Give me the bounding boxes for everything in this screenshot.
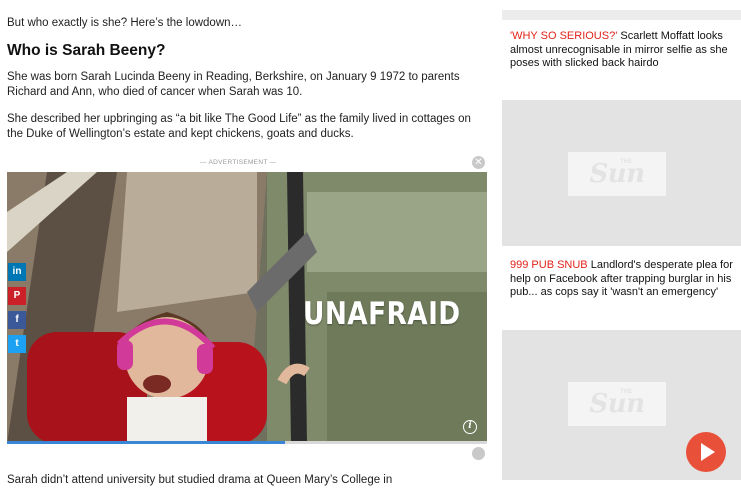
advertisement-label: — ADVERTISEMENT — — [200, 159, 277, 166]
info-icon[interactable]: i — [463, 420, 477, 434]
mute-icon[interactable] — [472, 447, 485, 460]
pinterest-share-icon[interactable]: P — [8, 287, 26, 305]
video-progress-fill — [7, 441, 286, 444]
facebook-share-icon[interactable]: f — [8, 311, 26, 329]
sidebar-story-link[interactable]: 999 PUB SNUB Landlord's desperate plea f… — [510, 259, 740, 300]
article-paragraph: She was born Sarah Lucinda Beeny in Read… — [7, 71, 460, 98]
sidebar-story-image[interactable]: THE Sun — [502, 100, 741, 246]
story-kicker: 'WHY SO SERIOUS?' — [510, 30, 618, 42]
play-button[interactable] — [686, 432, 726, 472]
linkedin-share-icon[interactable]: in — [8, 263, 26, 281]
share-bar: in P f t — [8, 263, 26, 359]
the-sun-logo: THE Sun — [568, 152, 666, 196]
story-kicker: 999 PUB SNUB — [510, 259, 588, 271]
article-paragraph: Sarah didn’t attend university but studi… — [7, 474, 393, 486]
twitter-share-icon[interactable]: t — [8, 335, 26, 353]
logo-text: Sun — [589, 389, 645, 419]
article-paragraph: She described her upbringing as “a bit l… — [7, 113, 471, 140]
the-sun-logo: THE Sun — [568, 382, 666, 426]
video-overlay-text: UNAFRAID — [303, 296, 461, 332]
sidebar: 'WHY SO SERIOUS?' Scarlett Moffatt looks… — [502, 0, 741, 494]
ad-close-icon[interactable]: ✕ — [472, 156, 485, 169]
sidebar-story-link[interactable]: 'WHY SO SERIOUS?' Scarlett Moffatt looks… — [510, 30, 736, 71]
logo-text: Sun — [589, 159, 645, 189]
video-ad-player[interactable]: UNAFRAID i — [7, 172, 487, 444]
sidebar-divider — [502, 10, 741, 20]
video-progress-bar[interactable] — [7, 441, 487, 444]
logo-small-text: THE — [620, 159, 632, 165]
article-heading: Who is Sarah Beeny? — [7, 42, 166, 59]
article-lead: But who exactly is she? Here’s the lowdo… — [7, 17, 243, 29]
logo-small-text: THE — [620, 389, 632, 395]
